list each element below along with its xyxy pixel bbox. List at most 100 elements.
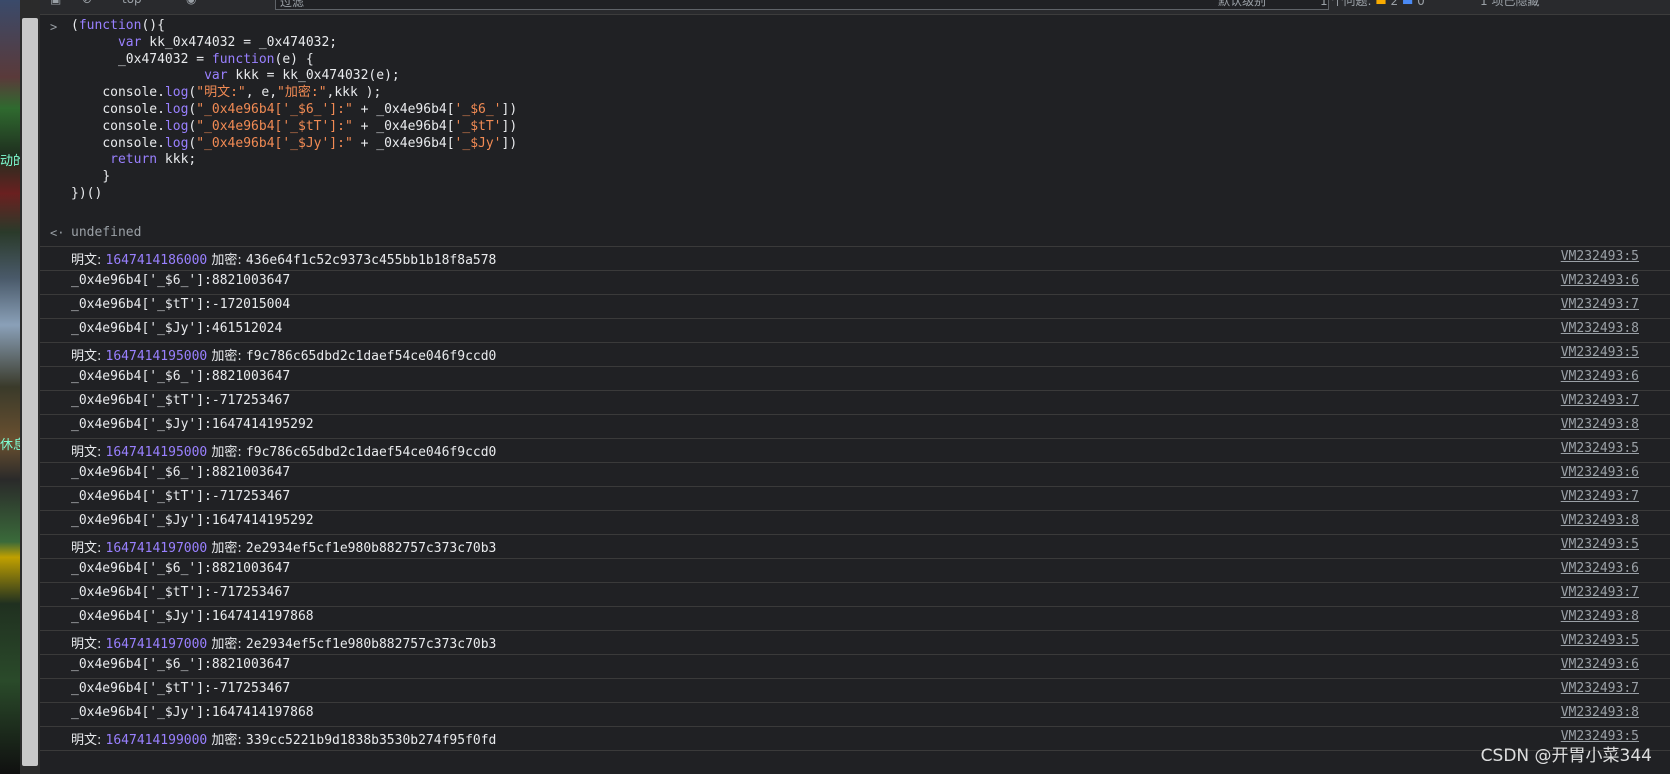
log-number: 1647414186000 — [105, 253, 208, 268]
log-row: _0x4e96b4['_$Jy']:1647414197868 VM232493:… — [40, 702, 1670, 727]
code-token: function — [211, 51, 275, 67]
log-source-link[interactable]: VM232493:8 — [1561, 609, 1639, 624]
code-token: var — [117, 34, 142, 50]
code-line: return kkk; — [71, 151, 196, 169]
issues-button[interactable]: 1 个问题: ▬ 2 ▬ 0 — [1320, 0, 1425, 8]
log-row: _0x4e96b4['_$Jy']:1647414197868 VM232493:… — [40, 606, 1670, 631]
log-label: 加密: — [207, 445, 246, 460]
code-token: var — [204, 68, 228, 84]
clear-console-icon[interactable]: ⊘ — [82, 0, 92, 8]
log-source-link[interactable]: VM232493:8 — [1561, 513, 1639, 528]
log-label: 明文: — [71, 733, 106, 748]
code-token: ]) — [501, 135, 518, 151]
log-source-link[interactable]: VM232493:6 — [1561, 273, 1639, 288]
log-number: 1647414199000 — [105, 733, 208, 748]
code-token: + _0x4e96b4[ — [352, 135, 455, 151]
log-number: 1647414197000 — [105, 637, 208, 652]
code-token: log — [164, 102, 189, 117]
log-hash: 436e64f1c52c9373c455bb1b18f8a578 — [245, 253, 497, 268]
issues-info-count: 0 — [1417, 0, 1425, 8]
log-message: _0x4e96b4['_$tT']:-717253467 — [71, 681, 291, 696]
log-row: 明文: 1647414197000 加密: 2e2934ef5cf1e980b8… — [40, 630, 1670, 655]
csdn-watermark: CSDN @开胃小菜344 — [1480, 746, 1652, 766]
log-source-link[interactable]: VM232493:6 — [1561, 369, 1639, 384]
log-row: 明文: 1647414197000 加密: 2e2934ef5cf1e980b8… — [40, 534, 1670, 559]
log-label: 加密: — [207, 349, 246, 364]
code-token: })() — [71, 186, 103, 201]
log-message: 明文: 1647414199000 加密: 339cc5221b9d1838b3… — [71, 729, 496, 748]
code-token: } — [102, 169, 111, 185]
log-levels-dropdown[interactable]: 默认级别 — [1218, 0, 1266, 8]
page-scrollbar-thumb[interactable] — [22, 18, 38, 766]
result-value: undefined — [71, 225, 142, 240]
code-token: "明文:" — [196, 85, 246, 101]
code-token: '_$6_' — [454, 102, 502, 117]
code-token: '_$tT' — [454, 118, 502, 134]
log-label: 加密: — [207, 733, 246, 748]
log-source-link[interactable]: VM232493:7 — [1561, 393, 1639, 408]
log-message: _0x4e96b4['_$Jy']:1647414197868 — [71, 705, 314, 720]
log-message: _0x4e96b4['_$Jy']:461512024 — [71, 321, 283, 336]
log-message: 明文: 1647414195000 加密: f9c786c65dbd2c1dae… — [71, 345, 496, 364]
context-select[interactable]: top — [122, 0, 142, 8]
log-message: _0x4e96b4['_$tT']:-172015004 — [71, 297, 291, 312]
log-hash: 2e2934ef5cf1e980b882757c373c70b3 — [245, 637, 497, 652]
log-source-link[interactable]: VM232493:7 — [1561, 585, 1639, 600]
log-source-link[interactable]: VM232493:6 — [1561, 657, 1639, 672]
code-token: log — [164, 85, 189, 101]
log-source-link[interactable]: VM232493:8 — [1561, 705, 1639, 720]
log-source-link[interactable]: VM232493:7 — [1561, 489, 1639, 504]
code-token: console. — [102, 102, 165, 117]
code-token: console. — [102, 85, 165, 101]
log-label: 明文: — [71, 349, 106, 364]
log-message: _0x4e96b4['_$6_']:8821003647 — [71, 369, 291, 384]
log-message: _0x4e96b4['_$6_']:8821003647 — [71, 465, 291, 480]
log-message: _0x4e96b4['_$Jy']:1647414195292 — [71, 417, 314, 432]
log-label: 明文: — [71, 445, 106, 460]
code-line: var kk_0x474032 = _0x474032; — [71, 34, 337, 52]
log-source-link[interactable]: VM232493:5 — [1561, 249, 1639, 264]
log-row: _0x4e96b4['_$6_']:8821003647 VM232493:6 — [40, 558, 1670, 583]
code-token: console. — [102, 135, 165, 151]
log-row: 明文: 1647414195000 加密: f9c786c65dbd2c1dae… — [40, 342, 1670, 367]
console-panel: > (function(){ var kk_0x474032 = _0x4740… — [40, 14, 1670, 774]
log-source-link[interactable]: VM232493:5 — [1561, 441, 1639, 456]
code-token: log — [164, 135, 189, 151]
log-hash: f9c786c65dbd2c1daef54ce046f9ccd0 — [245, 349, 497, 364]
log-source-link[interactable]: VM232493:6 — [1561, 561, 1639, 576]
code-token: "_0x4e96b4['_$6_']:" — [196, 102, 353, 117]
eye-icon[interactable]: ◉ — [186, 0, 196, 8]
result-arrow-icon: <· — [50, 226, 65, 240]
log-row: _0x4e96b4['_$6_']:8821003647 VM232493:6 — [40, 366, 1670, 391]
log-source-link[interactable]: VM232493:5 — [1561, 633, 1639, 648]
log-row: _0x4e96b4['_$Jy']:461512024 VM232493:8 — [40, 318, 1670, 343]
log-source-link[interactable]: VM232493:5 — [1561, 345, 1639, 360]
log-source-link[interactable]: VM232493:7 — [1561, 297, 1639, 312]
code-token: return — [110, 152, 158, 168]
code-line: _0x474032 = function(e) { — [71, 51, 314, 69]
code-token: ]) — [501, 118, 518, 134]
log-row: _0x4e96b4['_$Jy']:1647414195292 VM232493:… — [40, 414, 1670, 439]
code-token: kkk = kk_0x474032(e); — [227, 68, 400, 84]
log-source-link[interactable]: VM232493:7 — [1561, 681, 1639, 696]
code-token: + _0x4e96b4[ — [352, 118, 455, 134]
log-row: 明文: 1647414195000 加密: f9c786c65dbd2c1dae… — [40, 438, 1670, 463]
sidebar-toggle-icon[interactable]: ▣ — [50, 0, 61, 8]
log-label: 加密: — [207, 253, 246, 268]
log-source-link[interactable]: VM232493:5 — [1561, 537, 1639, 552]
log-source-link[interactable]: VM232493:6 — [1561, 465, 1639, 480]
log-message: 明文: 1647414197000 加密: 2e2934ef5cf1e980b8… — [71, 537, 496, 556]
console-input-entry[interactable]: > (function(){ var kk_0x474032 = _0x4740… — [40, 14, 1670, 222]
log-source-link[interactable]: VM232493:8 — [1561, 321, 1639, 336]
code-token: , e, — [245, 85, 278, 101]
log-message: _0x4e96b4['_$tT']:-717253467 — [71, 489, 291, 504]
code-token: kk_0x474032 = _0x474032; — [141, 34, 338, 50]
filter-input[interactable]: 过滤 — [275, 0, 1329, 10]
log-row: _0x4e96b4['_$6_']:8821003647 VM232493:6 — [40, 462, 1670, 487]
code-line: console.log("_0x4e96b4['_$6_']:" + _0x4e… — [71, 101, 517, 119]
log-row: _0x4e96b4['_$6_']:8821003647 VM232493:6 — [40, 270, 1670, 295]
code-token: (){ — [141, 18, 165, 33]
log-label: 明文: — [71, 253, 106, 268]
log-row: _0x4e96b4['_$tT']:-717253467 VM232493:7 — [40, 486, 1670, 511]
log-source-link[interactable]: VM232493:8 — [1561, 417, 1639, 432]
